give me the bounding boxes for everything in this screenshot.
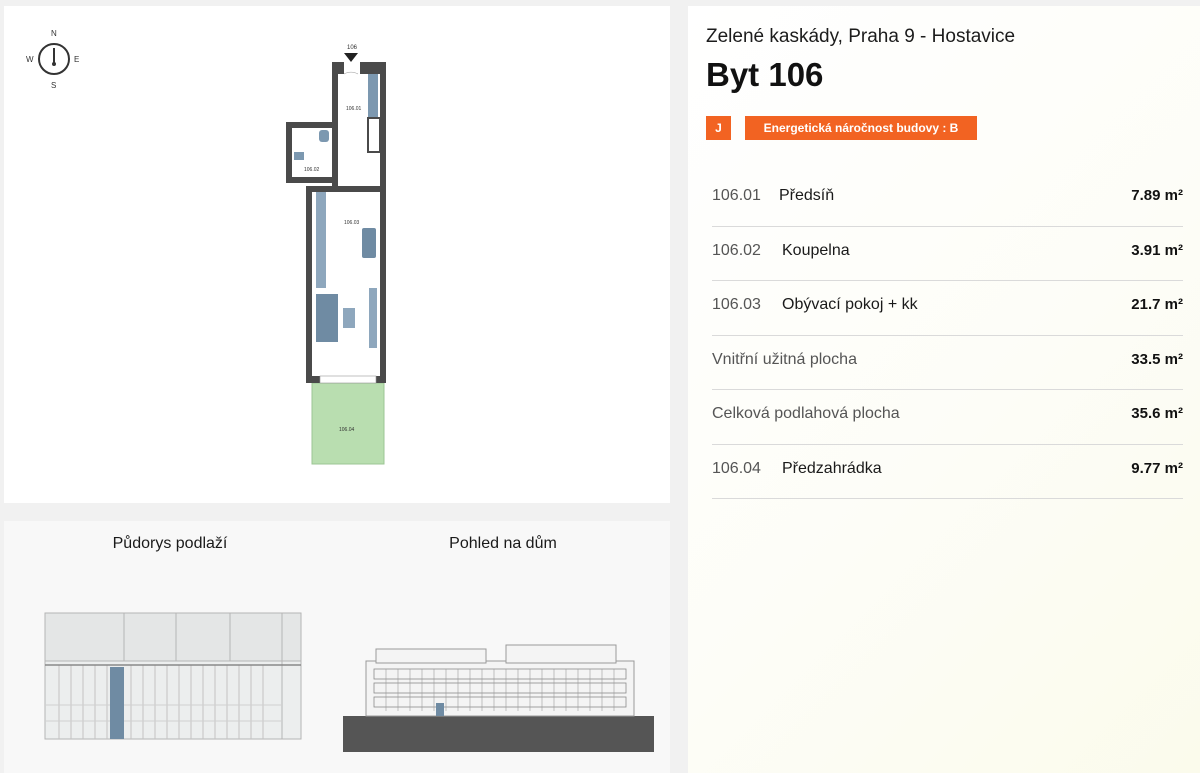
entry-label: 106 [347, 45, 358, 51]
room-label-106-04: 106.04 [339, 427, 355, 433]
summary-label: Vnitřní užitná plocha [712, 350, 857, 368]
room-list: 106.01 Předsíň 7.89 m² 106.02 Koupelna 3… [712, 172, 1183, 499]
room-area: 21.7 m² [1131, 296, 1183, 313]
room-name: Předsíň [779, 187, 835, 204]
kitchen-counter-icon [316, 192, 326, 288]
room-row-106-04: 106.04 Předzahrádka 9.77 m² [712, 445, 1183, 499]
room-name: Koupelna [782, 241, 850, 259]
sink-icon [294, 152, 304, 160]
highlighted-unit-window [436, 703, 444, 716]
building-floor-plan [44, 612, 302, 740]
wardrobe-icon [368, 74, 378, 118]
garden-area [311, 382, 385, 465]
room-row-106-02: 106.02 Koupelna 3.91 m² [712, 227, 1183, 281]
highlighted-unit [110, 667, 124, 739]
sofa-icon [316, 294, 338, 342]
room-label-106-03: 106.03 [344, 220, 360, 226]
compass-east-label: E [74, 55, 79, 64]
toilet-icon [319, 130, 329, 142]
apartment-plan-panel: N S E W 106 106.04 106.02 106.01 106.03 [4, 6, 670, 503]
orientation-badge: J [706, 116, 731, 140]
summary-area: 33.5 m² [1131, 350, 1183, 368]
unit-title: Byt 106 [706, 56, 824, 93]
compass-icon: N S E W [26, 29, 79, 90]
energy-rating-badge: Energetická náročnost budovy : B [745, 116, 977, 140]
room-name: Předzahrádka [782, 459, 882, 477]
room-row-106-03: 106.03 Obývací pokoj + kk 21.7 m² [712, 281, 1183, 336]
compass-west-label: W [26, 55, 34, 64]
room-label-106-01: 106.01 [346, 106, 362, 112]
house-view-panel: Pohled na dům [336, 521, 670, 773]
summary-area: 35.6 m² [1131, 405, 1183, 422]
project-title: Zelené kaskády, Praha 9 - Hostavice [706, 26, 1016, 47]
room-number: 106.01 [712, 187, 761, 204]
room-area: 9.77 m² [1131, 459, 1183, 477]
room-area: 7.89 m² [1131, 187, 1183, 204]
summary-row-total-area: Celková podlahová plocha 35.6 m² [712, 390, 1183, 445]
room-row-106-01: 106.01 Předsíň 7.89 m² [712, 172, 1183, 227]
compass-north-label: N [51, 29, 57, 38]
coffee-table-icon [343, 308, 355, 328]
unit-info-panel: Zelené kaskády, Praha 9 - Hostavice Byt … [688, 6, 1200, 773]
balcony-door [319, 375, 377, 384]
room-name: Obývací pokoj + kk [782, 296, 918, 313]
dining-table-icon [362, 228, 376, 258]
room-area: 3.91 m² [1131, 241, 1183, 259]
summary-label: Celková podlahová plocha [712, 405, 900, 422]
building-elevation [343, 644, 654, 752]
compass-south-label: S [51, 81, 56, 90]
room-number: 106.02 [712, 241, 761, 259]
apartment-floor-plan: N S E W 106 106.04 106.02 106.01 106.03 [26, 29, 386, 465]
room-number: 106.04 [712, 459, 761, 477]
floor-plan-panel: Půdorys podlaží [4, 521, 336, 773]
tv-unit-icon [369, 288, 377, 348]
summary-row-usable-area: Vnitřní užitná plocha 33.5 m² [712, 336, 1183, 390]
room-label-106-02: 106.02 [304, 167, 320, 173]
room-number: 106.03 [712, 296, 761, 313]
entry-marker: 106 [344, 45, 358, 62]
